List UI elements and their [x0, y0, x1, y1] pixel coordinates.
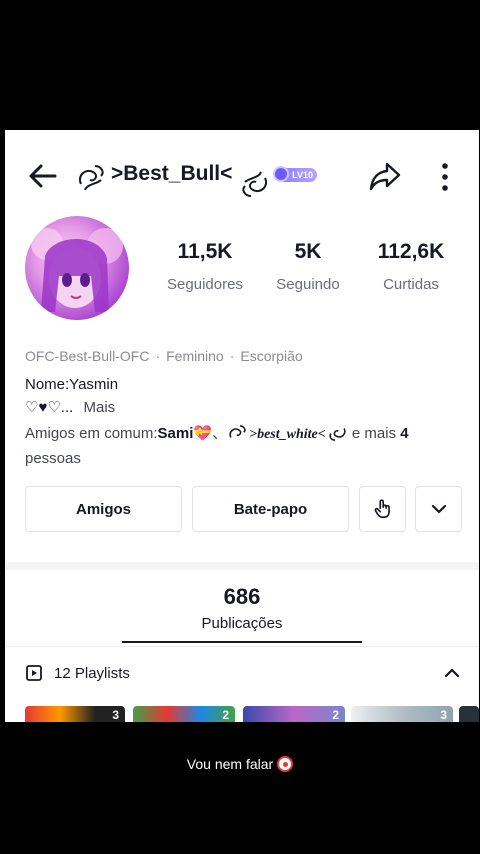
profile-handle: OFC-Best-Bull-OFC: [25, 348, 150, 364]
mutual-friend-2: >best_white<: [249, 427, 326, 442]
bio-name-line: Nome:Yasmin: [25, 376, 119, 393]
posts-count: 686: [223, 584, 261, 609]
profile-sign: Escorpião: [240, 348, 303, 364]
profile-gender: Feminino: [166, 348, 224, 364]
playlist-thumb-count: 2: [332, 708, 339, 722]
level-badge-label: LV10: [292, 170, 313, 180]
poke-button[interactable]: [359, 486, 406, 532]
chevron-down-icon: [431, 504, 446, 514]
swirl-icon: [329, 428, 346, 441]
playlists-header[interactable]: 12 Playlists: [5, 658, 479, 688]
stat-likes: 112,6K Curtidas: [361, 240, 461, 293]
playlist-thumbnail[interactable]: 3: [351, 706, 453, 722]
back-arrow-icon[interactable]: [25, 158, 61, 194]
more-vertical-icon[interactable]: [435, 160, 455, 194]
video-caption: Vou nem falar: [0, 756, 480, 772]
level-badge: LV10: [273, 166, 317, 182]
mutual-prefix: Amigos em comum:: [25, 425, 158, 442]
profile-card: >Best_Bull< LV10 11,5K Seguidores 5K Seg…: [5, 130, 479, 722]
stat-followers[interactable]: 11,5K Seguidores: [155, 240, 255, 293]
avatar-illustration: [31, 228, 123, 312]
mutual-separator: 、: [212, 425, 228, 442]
playlists-label: 12 Playlists: [54, 665, 130, 682]
chat-button[interactable]: Bate-papo: [192, 486, 349, 532]
clown-emoji-icon: [277, 756, 294, 772]
playlist-thumbnail[interactable]: 2: [243, 706, 345, 722]
mutual-count: 4: [400, 425, 409, 442]
tap-hand-icon: [374, 499, 390, 519]
section-divider: [5, 562, 479, 570]
swirl-icon: [229, 425, 246, 438]
bio-more-link[interactable]: Mais: [83, 399, 115, 416]
top-bar: >Best_Bull< LV10: [5, 154, 479, 197]
profile-username: >Best_Bull<: [111, 162, 233, 185]
mutual-friend-1: Sami💝: [157, 425, 213, 442]
caption-text: Vou nem falar: [186, 756, 274, 772]
swirl-icon: [242, 171, 267, 197]
swirl-icon: [79, 165, 104, 191]
tab-separator: [5, 646, 479, 647]
playlist-thumbnail[interactable]: 3: [25, 706, 125, 722]
avatar[interactable]: [25, 216, 129, 320]
playlist-icon: [26, 665, 42, 681]
friends-button[interactable]: Amigos: [25, 486, 182, 532]
likes-count: 112,6K: [377, 240, 445, 263]
followers-count: 11,5K: [177, 240, 233, 263]
profile-meta: OFC-Best-Bull-OFC · Feminino · Escorpião: [25, 348, 303, 364]
bio-hearts-line: ♡♥♡... Mais: [25, 398, 115, 416]
playlist-thumbnail[interactable]: 2: [133, 706, 235, 722]
mutual-friends[interactable]: Amigos em comum:Sami💝、 >best_white< e mai…: [25, 422, 465, 471]
followers-label: Seguidores: [167, 276, 243, 293]
playlist-thumbnail[interactable]: [459, 706, 479, 722]
mutual-suffix: e mais: [347, 425, 401, 442]
playlist-thumb-count: 3: [112, 708, 119, 722]
posts-tab-indicator: [122, 641, 362, 643]
likes-label: Curtidas: [383, 276, 439, 293]
playlist-thumb-count: 2: [222, 708, 229, 722]
mutual-tail: pessoas: [25, 450, 81, 467]
following-label: Seguindo: [276, 276, 340, 293]
share-icon[interactable]: [367, 158, 403, 194]
more-options-button[interactable]: [415, 486, 462, 532]
following-count: 5K: [294, 240, 322, 263]
level-gem-icon: [273, 166, 289, 182]
chevron-up-icon[interactable]: [443, 664, 461, 682]
bio-hearts: ♡♥♡...: [25, 399, 74, 416]
playlist-thumb-count: 3: [440, 708, 447, 722]
posts-tab-label[interactable]: Publicações: [5, 615, 479, 632]
stat-following[interactable]: 5K Seguindo: [258, 240, 358, 293]
